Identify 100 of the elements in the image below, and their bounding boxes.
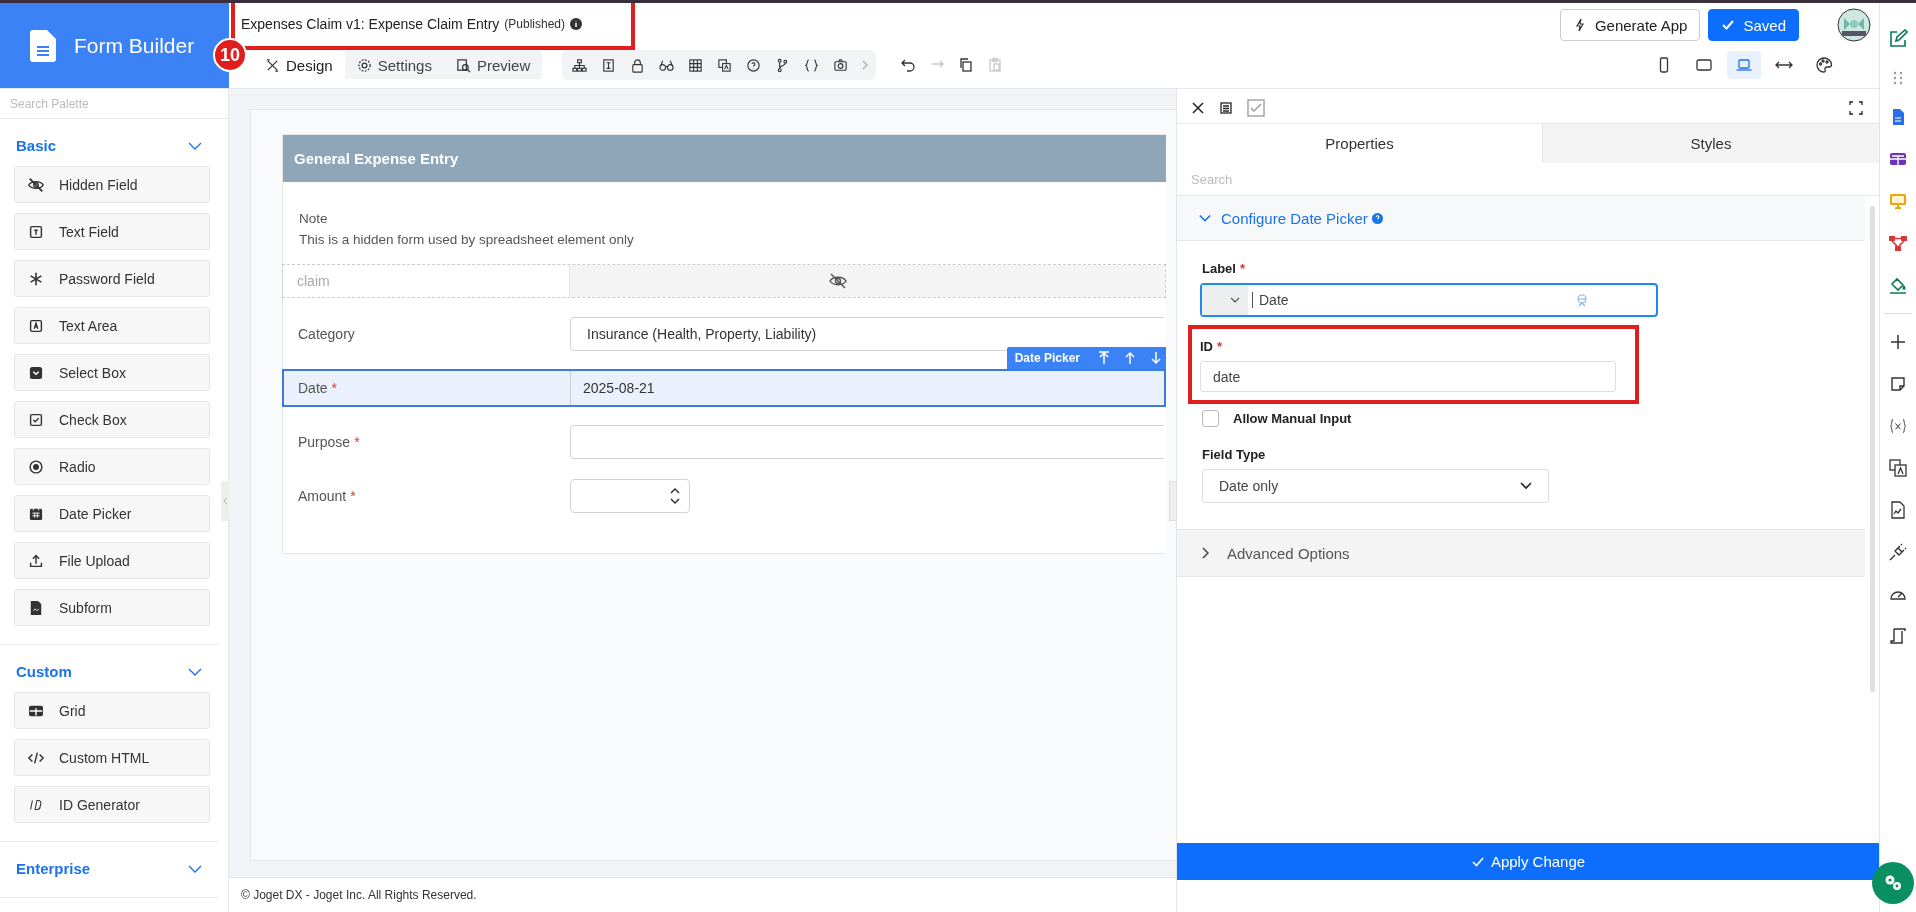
palette-item[interactable]: Hidden Field: [14, 166, 210, 203]
form-row[interactable]: Date * 2025-08-21: [282, 369, 1166, 407]
palette-item-label: Password Field: [59, 270, 155, 287]
apply-change-button[interactable]: Apply Change: [1177, 843, 1879, 880]
scroll-icon[interactable]: [1888, 626, 1908, 646]
flow-icon[interactable]: [1888, 233, 1908, 253]
palette-item[interactable]: Custom HTML: [14, 739, 210, 776]
palette-item[interactable]: Check Box: [14, 401, 210, 438]
text-box-icon[interactable]: [601, 57, 617, 73]
palette-group-header[interactable]: Enterprise: [0, 842, 218, 889]
palette-item[interactable]: File Upload: [14, 542, 210, 579]
element-type-label: Date Picker: [1014, 351, 1080, 365]
advanced-options-header[interactable]: Advanced Options: [1177, 529, 1865, 577]
field-type-select[interactable]: Date only: [1202, 469, 1549, 503]
translate-icon[interactable]: [717, 57, 733, 73]
eye-slash-icon: [27, 175, 45, 194]
saved-button[interactable]: Saved: [1708, 9, 1799, 41]
mode-tab[interactable]: Design: [253, 51, 345, 79]
help-icon[interactable]: [746, 57, 762, 73]
palette-item-label: ID Generator: [59, 796, 140, 813]
settings-fab[interactable]: [1872, 862, 1914, 904]
palette-item-label: Grid: [59, 702, 86, 719]
palette-item[interactable]: Subform: [14, 589, 210, 626]
id-field[interactable]: date: [1200, 361, 1616, 392]
collapse-handle[interactable]: [221, 481, 229, 521]
field-label: Category: [297, 326, 356, 342]
section-title: Configure Date Picker: [1221, 209, 1368, 227]
arrow-down-icon[interactable]: [1150, 351, 1162, 365]
palette-item-label: Text Area: [59, 317, 118, 334]
resize-handle[interactable]: [1169, 481, 1177, 521]
status-text: (Published): [504, 17, 566, 31]
note-icon[interactable]: [1888, 374, 1908, 394]
group-title: Custom: [16, 663, 72, 680]
copy-icon[interactable]: [958, 57, 975, 73]
text-field[interactable]: [570, 425, 1164, 459]
field-label: Amount *: [297, 488, 357, 504]
sitemap-icon[interactable]: [572, 57, 588, 73]
section-header[interactable]: Configure Date Picker: [1177, 196, 1865, 241]
field-label: Purpose *: [297, 434, 361, 450]
label-value: Date: [1252, 292, 1289, 308]
select-value: Insurance (Health, Property, Liability): [587, 326, 817, 342]
palette-item[interactable]: Grid: [14, 692, 210, 729]
palette-item[interactable]: Select Box: [14, 354, 210, 391]
note-text: This is a hidden form used by spreadsheet element only: [299, 231, 635, 249]
generate-app-button[interactable]: Generate App: [1559, 9, 1701, 41]
braces-icon[interactable]: [804, 57, 820, 73]
translate-icon[interactable]: [1888, 458, 1908, 478]
camera-icon[interactable]: [833, 57, 849, 73]
date-input[interactable]: 2025-08-21: [570, 371, 1164, 405]
select-value: Date only: [1219, 478, 1279, 494]
close-icon[interactable]: [1191, 101, 1205, 115]
document-icon: [30, 29, 56, 62]
mode-tab[interactable]: Settings: [344, 51, 444, 79]
lock-icon[interactable]: [630, 57, 646, 73]
form-row[interactable]: Category Insurance (Health, Property, Liability): [282, 315, 1166, 353]
palette-item[interactable]: ID Generator: [14, 786, 210, 823]
panel-tab[interactable]: Styles: [1543, 123, 1879, 163]
variable-icon[interactable]: [1888, 416, 1908, 436]
mode-tab[interactable]: Preview: [443, 51, 543, 79]
app-title: Form Builder: [74, 33, 195, 58]
fullscreen-icon[interactable]: [1849, 101, 1863, 115]
palette-item-label: Subform: [59, 599, 112, 616]
palette-item-label: Custom HTML: [59, 749, 150, 766]
scrollbar[interactable]: [1870, 206, 1875, 692]
palette-item-label: Check Box: [59, 411, 127, 428]
panel-tab[interactable]: Properties: [1177, 123, 1543, 163]
palette-item[interactable]: Text Area: [14, 307, 210, 344]
edit-icon[interactable]: [1888, 29, 1908, 49]
paint-bucket-icon[interactable]: [1888, 275, 1908, 295]
palette-item[interactable]: Radio: [14, 448, 210, 485]
undo-icon[interactable]: [900, 57, 917, 73]
laptop-icon: [1735, 56, 1753, 74]
palette-item[interactable]: Date Picker: [14, 495, 210, 532]
file-chart-icon[interactable]: [1888, 500, 1908, 520]
checkbox-icon[interactable]: [1247, 99, 1265, 117]
eye-slash-icon: [826, 271, 849, 291]
number-field[interactable]: [570, 479, 690, 513]
section-title: General Expense Entry: [294, 150, 459, 167]
form-row[interactable]: Purpose *: [282, 423, 1166, 461]
palette-item[interactable]: Password Field: [14, 260, 210, 297]
form-row[interactable]: Amount *: [282, 477, 1166, 515]
checkbox[interactable]: [1202, 410, 1219, 427]
palette-group-header[interactable]: Custom: [0, 645, 218, 692]
drag-handle-icon[interactable]: [1893, 71, 1903, 85]
plug-icon[interactable]: [1888, 542, 1908, 562]
arrow-up-icon[interactable]: [1124, 351, 1136, 365]
select-field[interactable]: Insurance (Health, Property, Liability): [570, 317, 1164, 351]
window-icon[interactable]: [1219, 101, 1233, 115]
palette-item[interactable]: Text Field: [14, 213, 210, 250]
table-icon[interactable]: [688, 57, 704, 73]
laptop-view-button[interactable]: [1727, 51, 1761, 79]
plus-icon[interactable]: [1888, 332, 1908, 352]
palette-group-header[interactable]: Basic: [0, 119, 218, 166]
move-top-icon[interactable]: [1098, 351, 1110, 365]
palette-item-label: Date Picker: [59, 505, 132, 522]
spinner-icon[interactable]: [669, 487, 681, 505]
field-label: ID *: [1200, 339, 1224, 354]
chevron-icon: [188, 864, 202, 873]
chevron-icon: [1201, 547, 1209, 559]
field-label: Date *: [297, 380, 339, 396]
